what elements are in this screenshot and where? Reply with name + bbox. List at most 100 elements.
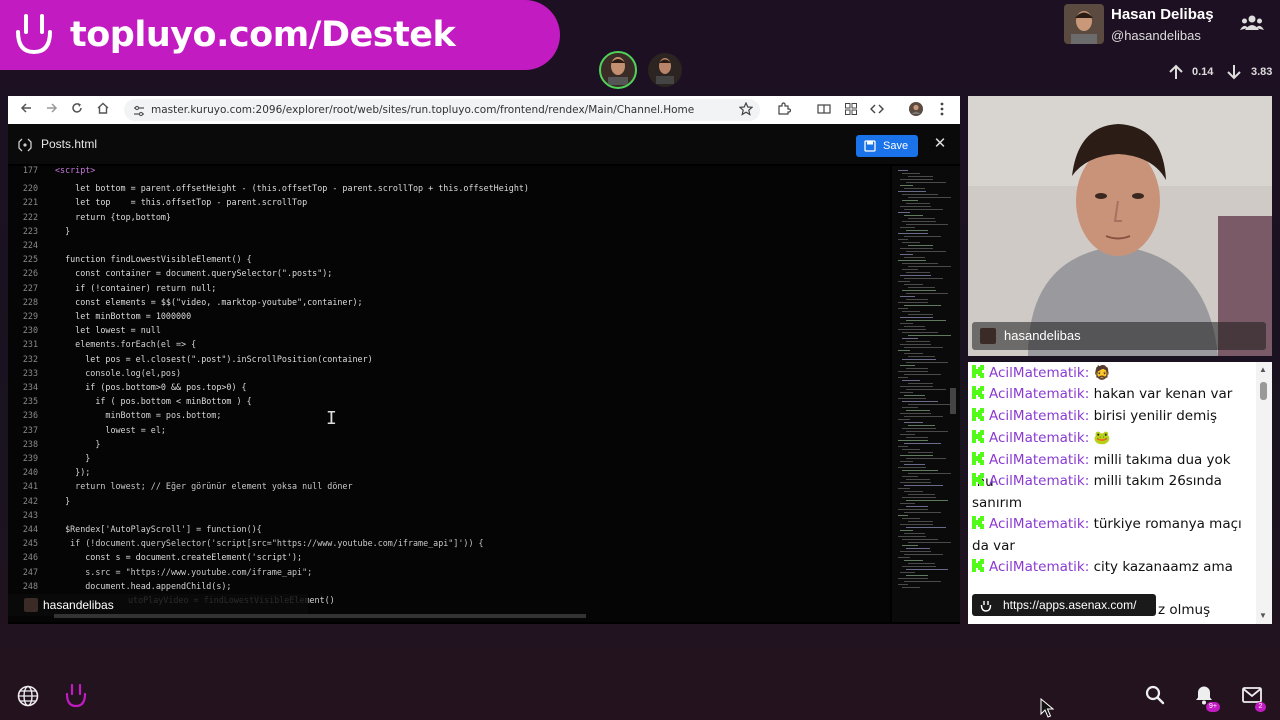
minimap-line	[902, 545, 918, 546]
speaker-avatar[interactable]	[599, 51, 637, 89]
devtools-code-icon[interactable]	[870, 102, 884, 121]
code-line[interactable]: 222 return {top,bottom}	[8, 210, 890, 224]
scroll-down-icon[interactable]: ▼	[1259, 611, 1267, 620]
code-line[interactable]: 242 }	[8, 494, 890, 508]
code-line[interactable]: 225 function findLowestVisibleElement() …	[8, 252, 890, 266]
code-line[interactable]: 247 s.src = "https://www.youtube.com/ifr…	[8, 565, 890, 579]
code-line[interactable]: 241 return lowest; // Eğer görünür eleme…	[8, 479, 890, 493]
code-editor[interactable]: 177 <script> 220 let bottom = parent.offse…	[8, 166, 890, 622]
code-line[interactable]: 235 if ( pos.bottom < minBottom ) {	[8, 394, 890, 408]
brand-banner: topluyo.com/Destek	[0, 0, 560, 70]
chat-username[interactable]: AcilMatematik:	[989, 516, 1089, 532]
chat-panel[interactable]: AcilMatematik: 🧔 AcilMatematik: hakan var…	[968, 362, 1272, 624]
minimap-line	[904, 422, 923, 423]
code-minimap[interactable]	[892, 166, 960, 622]
line-number: 231	[22, 339, 38, 350]
code-line[interactable]: 230 let lowest = null	[8, 323, 890, 337]
globe-icon[interactable]	[17, 685, 39, 712]
code-line[interactable]: 239 }	[8, 451, 890, 465]
forward-icon[interactable]	[46, 102, 58, 117]
minimap-line	[900, 482, 931, 483]
minimap-line	[902, 518, 920, 519]
minimap-line	[904, 443, 941, 444]
code-line[interactable]: 236 minBottom = pos.bottom;	[8, 408, 890, 422]
code-line[interactable]: 224	[8, 238, 890, 252]
code-line[interactable]: 177 <script>	[8, 166, 890, 177]
upload-value: 0.14	[1192, 66, 1214, 78]
minimap-scroll-thumb[interactable]	[950, 388, 956, 414]
minimap-line	[898, 536, 926, 537]
webcam-user-name: hasandelibas	[1004, 328, 1081, 343]
extensions-icon[interactable]	[777, 102, 792, 121]
code-line[interactable]: 231 elements.forEach(el => {	[8, 337, 890, 351]
code-line[interactable]: 229 let minBottom = 1000000	[8, 309, 890, 323]
code-line[interactable]: 248 document.head.appendChild(s);	[8, 579, 890, 593]
reload-icon[interactable]	[71, 102, 83, 117]
chat-username[interactable]: AcilMatematik:	[989, 430, 1089, 446]
browser-menu-icon[interactable]	[940, 102, 944, 121]
code-line[interactable]: 227 if (!container) return null;	[8, 281, 890, 295]
code-line[interactable]: 221 let top = this.offsetTop - parent.sc…	[8, 195, 890, 209]
avatar	[1064, 4, 1104, 44]
chat-scrollbar[interactable]: ▲ ▼	[1256, 362, 1272, 624]
search-icon[interactable]	[1145, 685, 1165, 710]
scroll-up-icon[interactable]: ▲	[1259, 365, 1267, 374]
minimap-line	[906, 548, 930, 549]
minimap-line	[908, 452, 933, 453]
minimap-line	[898, 398, 926, 399]
chat-username[interactable]: AcilMatematik:	[989, 452, 1089, 468]
minimap-line	[906, 458, 946, 459]
bookmark-star-icon[interactable]	[738, 101, 754, 121]
minimap-line	[906, 431, 948, 432]
minimap-line	[906, 527, 946, 528]
line-number: 235	[22, 396, 38, 407]
code-line[interactable]: 245 if (!document.querySelector('script[…	[8, 536, 890, 550]
save-button[interactable]: Save	[856, 135, 918, 157]
line-number: 177	[22, 166, 38, 175]
link-tooltip[interactable]: https://apps.asenax.com/	[972, 594, 1156, 616]
code-line[interactable]: 220 let bottom = parent.offsetHeight - (…	[8, 181, 890, 195]
minimap-line	[906, 479, 930, 480]
browser-profile-icon[interactable]	[909, 102, 923, 121]
code-line[interactable]: 238 }	[8, 437, 890, 451]
code-line[interactable]: 244 $Rendex['AutoPlayScroll'] = function…	[8, 522, 890, 536]
chat-username[interactable]: AcilMatematik:	[989, 386, 1089, 402]
chat-text: city kazanaamz ama	[1093, 559, 1233, 575]
chat-message: AcilMatematik: 🧔	[972, 363, 1254, 385]
code-text: let top = this.offsetTop - parent.scroll…	[55, 197, 308, 208]
minimap-line	[904, 236, 941, 237]
site-info-icon[interactable]	[133, 104, 145, 122]
minimap-line	[900, 392, 913, 393]
close-editor-button[interactable]: ✕	[932, 136, 948, 152]
minimap-line	[906, 320, 946, 321]
people-icon[interactable]	[1240, 14, 1264, 37]
code-line[interactable]: 246 const s = document.createElement('sc…	[8, 550, 890, 564]
reading-list-icon[interactable]	[817, 102, 831, 121]
horizontal-scrollbar[interactable]	[54, 614, 586, 618]
minimap-line	[898, 308, 908, 309]
home-icon[interactable]	[97, 102, 109, 117]
code-line[interactable]: 234 if (pos.bottom>0 && pos.top>0) {	[8, 380, 890, 394]
code-line[interactable]: 223 }	[8, 224, 890, 238]
code-line[interactable]: 243	[8, 508, 890, 522]
chat-username[interactable]: AcilMatematik:	[989, 559, 1089, 575]
chat-username[interactable]: AcilMatematik:	[989, 365, 1089, 381]
scroll-thumb[interactable]	[1260, 382, 1267, 400]
code-line[interactable]: 240 });	[8, 465, 890, 479]
minimap-line	[908, 176, 933, 177]
apps-grid-icon[interactable]	[844, 102, 858, 121]
back-icon[interactable]	[20, 102, 32, 117]
chat-username[interactable]: AcilMatematik:	[989, 473, 1089, 489]
code-line[interactable]: 237 lowest = el;	[8, 423, 890, 437]
minimap-line	[900, 503, 915, 504]
address-bar[interactable]: master.kuruyo.com:2096/explorer/root/web…	[124, 99, 760, 121]
minimap-line	[900, 365, 915, 366]
chat-username[interactable]: AcilMatematik:	[989, 408, 1089, 424]
code-line[interactable]: 233 console.log(el,pos)	[8, 366, 890, 380]
minimap-line	[898, 515, 908, 516]
listener-avatar[interactable]	[648, 53, 682, 87]
smile-logo-icon[interactable]	[64, 683, 88, 714]
code-line[interactable]: 232 let pos = el.closest(".post").inScro…	[8, 352, 890, 366]
code-line[interactable]: 228 const elements = $$("video, .marktop…	[8, 295, 890, 309]
code-line[interactable]: 226 const container = document.querySele…	[8, 266, 890, 280]
